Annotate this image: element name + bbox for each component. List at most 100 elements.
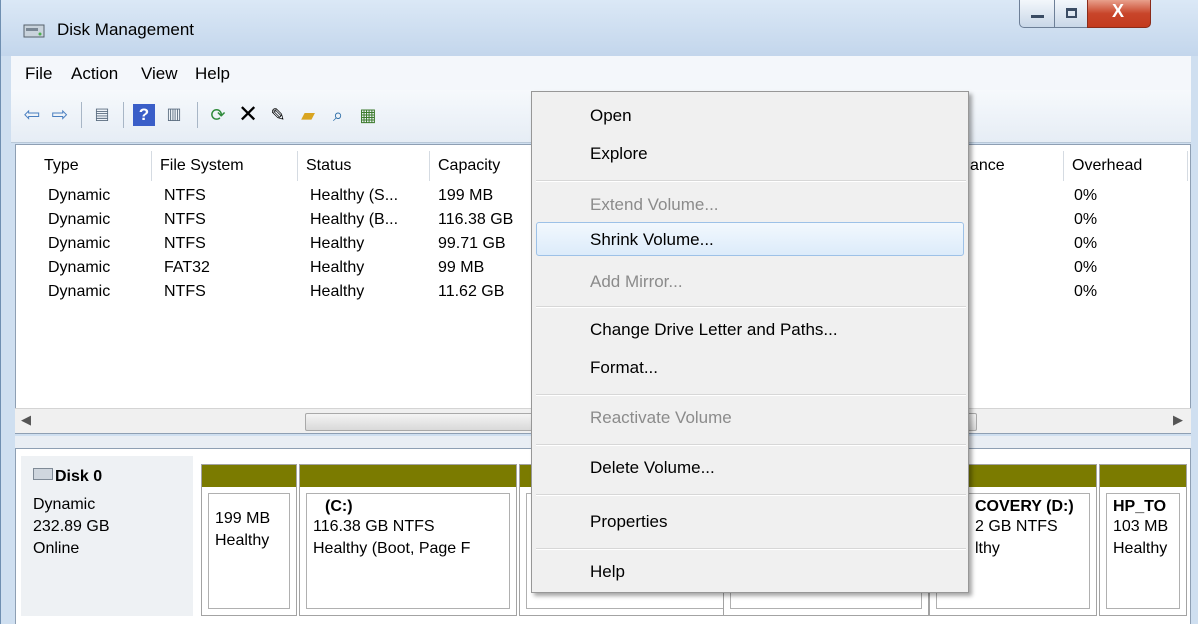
partition-bar (300, 465, 516, 487)
partition-label: HP_TO (1113, 498, 1167, 515)
hard-disk-icon (33, 468, 53, 480)
cell-file-system: NTFS (164, 235, 206, 252)
delete-icon[interactable]: ✕ (237, 103, 259, 127)
column-header-type[interactable]: Type (36, 151, 152, 181)
cell-overhead: 0% (1074, 187, 1098, 204)
properties-icon[interactable]: ✎ (267, 104, 289, 126)
cell-status: Healthy (310, 283, 365, 300)
menu-item-add-mirror[interactable]: Add Mirror... (590, 272, 683, 292)
cell-capacity: 99 MB (438, 259, 485, 276)
menu-separator (536, 306, 966, 308)
scroll-right-icon[interactable]: ▶ (1173, 412, 1183, 428)
cell-type: Dynamic (48, 187, 111, 204)
menu-separator (536, 494, 966, 496)
cell-file-system: NTFS (164, 283, 206, 300)
menu-separator (536, 180, 966, 182)
cell-type: Dynamic (48, 211, 111, 228)
menu-separator (536, 444, 966, 446)
cell-status: Healthy (S... (310, 187, 399, 204)
open-icon[interactable]: ▰ (297, 104, 319, 126)
disk-0-label[interactable]: Disk 0 Dynamic 232.89 GB Online (21, 456, 193, 616)
column-header-file-system[interactable]: File System (152, 151, 298, 181)
scroll-left-icon[interactable]: ◀ (21, 412, 31, 428)
partition-system-reserved[interactable]: 199 MB Healthy (201, 464, 297, 616)
title-bar[interactable]: Disk Management X (1, 0, 1198, 56)
menu-item-extend-volume[interactable]: Extend Volume... (590, 195, 719, 215)
partition-status: Healthy (1113, 540, 1168, 557)
partition-status: lthy (975, 540, 1000, 557)
cell-file-system: FAT32 (164, 259, 210, 276)
column-header-fault-tolerance[interactable]: ance (970, 151, 1064, 181)
menu-file[interactable]: File (25, 64, 52, 84)
menu-bar: File Action View Help (11, 56, 1191, 91)
cell-status: Healthy (310, 259, 365, 276)
menu-item-change-drive-letter[interactable]: Change Drive Letter and Paths... (590, 320, 838, 340)
cell-overhead: 0% (1074, 211, 1098, 228)
menu-item-help[interactable]: Help (590, 562, 625, 582)
column-header-overhead[interactable]: Overhead (1064, 151, 1188, 181)
partition-box: (C:) 116.38 GB NTFS Healthy (Boot, Page … (306, 493, 510, 609)
disk-size: 232.89 GB (33, 518, 110, 535)
toolbar-separator (197, 102, 198, 128)
cell-file-system: NTFS (164, 187, 206, 204)
partition-status: Healthy (Boot, Page F (313, 540, 471, 557)
partition-size: 116.38 GB NTFS (313, 518, 435, 535)
menu-item-shrink-volume[interactable]: Shrink Volume... (590, 230, 714, 250)
cell-overhead: 0% (1074, 283, 1098, 300)
cell-overhead: 0% (1074, 235, 1098, 252)
back-icon[interactable]: ⇦ (21, 104, 43, 126)
maximize-icon (1066, 8, 1077, 18)
close-button[interactable]: X (1087, 0, 1151, 28)
explore-icon[interactable]: ⌕ (327, 104, 349, 126)
disk-management-window: Disk Management X File Action View Help … (0, 0, 1198, 624)
column-header-capacity[interactable]: Capacity (430, 151, 540, 181)
menu-view[interactable]: View (141, 64, 178, 84)
console-tree-icon[interactable]: ▤ (91, 104, 113, 126)
cell-status: Healthy (B... (310, 211, 399, 228)
menu-separator (536, 394, 966, 396)
partition-status: Healthy (215, 532, 270, 549)
disk-management-app-icon (23, 24, 45, 38)
refresh-icon[interactable]: ⟳ (207, 104, 229, 126)
help-icon[interactable]: ? (133, 104, 155, 126)
partition-size: 103 MB (1113, 518, 1169, 535)
cell-capacity: 199 MB (438, 187, 494, 204)
cell-capacity: 99.71 GB (438, 235, 506, 252)
menu-item-properties[interactable]: Properties (590, 512, 667, 532)
menu-item-open[interactable]: Open (590, 106, 632, 126)
column-header-status[interactable]: Status (298, 151, 430, 181)
context-menu-gutter (532, 92, 536, 592)
partition-box: HP_TO 103 MB Healthy (1106, 493, 1180, 609)
window-title: Disk Management (57, 20, 195, 39)
rescan-icon[interactable]: ▦ (357, 104, 379, 126)
cell-status: Healthy (310, 235, 365, 252)
cell-type: Dynamic (48, 283, 111, 300)
partition-label: COVERY (D:) (975, 498, 1074, 515)
toolbar-separator (81, 102, 82, 128)
minimize-icon (1031, 15, 1044, 18)
partition-c[interactable]: (C:) 116.38 GB NTFS Healthy (Boot, Page … (299, 464, 517, 616)
minimize-button[interactable] (1019, 0, 1055, 28)
maximize-button[interactable] (1054, 0, 1088, 28)
menu-item-delete-volume[interactable]: Delete Volume... (590, 458, 715, 478)
toolbar-separator (123, 102, 124, 128)
forward-icon[interactable]: ⇨ (49, 104, 71, 126)
cell-type: Dynamic (48, 259, 111, 276)
partition-label: (C:) (325, 498, 353, 515)
partition-bar (202, 465, 296, 487)
cell-capacity: 116.38 GB (438, 211, 514, 228)
menu-item-explore[interactable]: Explore (590, 144, 648, 164)
disk-name: Disk 0 (33, 468, 102, 486)
disk-status: Online (33, 540, 80, 557)
close-icon: X (1112, 1, 1125, 21)
action-pane-icon[interactable]: ▥ (163, 104, 185, 126)
menu-help[interactable]: Help (195, 64, 230, 84)
menu-item-format[interactable]: Format... (590, 358, 658, 378)
cell-overhead: 0% (1074, 259, 1098, 276)
partition-bar (1100, 465, 1186, 487)
partition-hp-tools[interactable]: HP_TO 103 MB Healthy (1099, 464, 1187, 616)
menu-item-reactivate-volume[interactable]: Reactivate Volume (590, 408, 732, 428)
cell-file-system: NTFS (164, 211, 206, 228)
menu-action[interactable]: Action (71, 64, 118, 84)
context-menu: Open Explore Extend Volume... Shrink Vol… (531, 91, 969, 593)
